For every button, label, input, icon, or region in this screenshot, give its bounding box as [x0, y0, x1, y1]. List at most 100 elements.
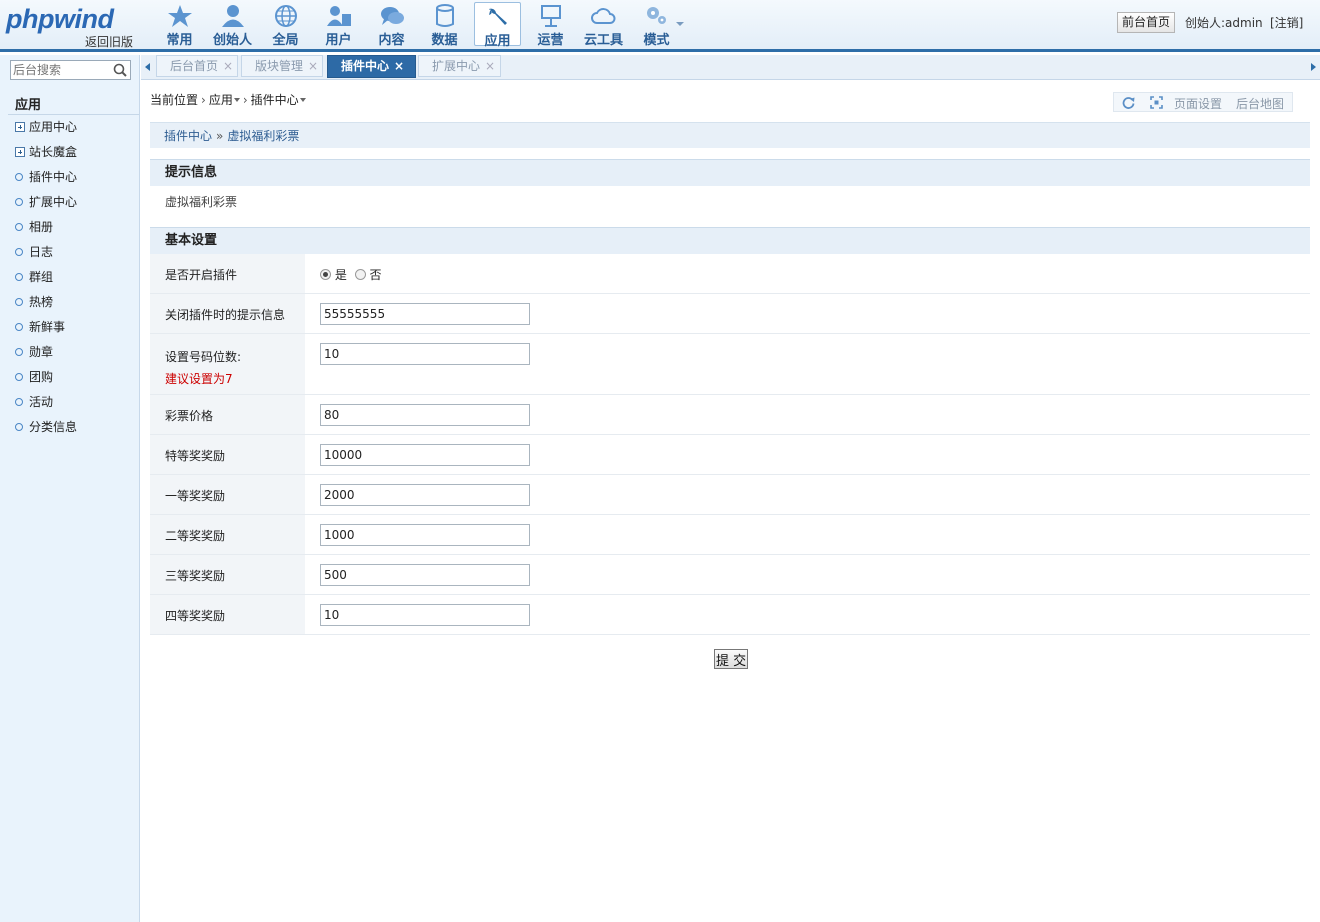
form-row: 四等奖奖励	[150, 594, 1310, 635]
page-toolbar: 页面设置 后台地图	[1113, 92, 1293, 112]
sidebar-item-classifieds[interactable]: 分类信息	[15, 417, 77, 442]
form-row: 特等奖奖励	[150, 434, 1310, 475]
fourth-prize-input[interactable]	[320, 603, 530, 626]
ticket-price-input[interactable]	[320, 403, 530, 426]
nav-content[interactable]: 内容	[365, 2, 418, 48]
sidebar-title: 应用	[15, 98, 42, 113]
second-prize-input[interactable]	[320, 523, 530, 546]
tab-bar: 后台首页 × 版块管理 × 插件中心 × 扩展中心 ×	[141, 55, 1320, 80]
settings-section-header: 基本设置	[150, 227, 1310, 254]
sidebar-divider	[8, 114, 139, 115]
nav-data[interactable]: 数据	[418, 2, 471, 48]
digit-count-input[interactable]	[320, 342, 530, 365]
database-icon	[435, 4, 454, 27]
sidebar-item-news-feed[interactable]: 新鲜事	[15, 317, 77, 342]
sidebar-item-label: 热榜	[29, 295, 54, 309]
sidebar-item-label: 活动	[29, 395, 54, 409]
nav-global[interactable]: 全局	[259, 2, 312, 48]
nav-users[interactable]: 用户	[312, 2, 365, 48]
nav-operations[interactable]: 运营	[524, 2, 577, 48]
sidebar-item-medals[interactable]: 勋章	[15, 342, 77, 367]
breadcrumb-apps[interactable]: 应用	[209, 93, 233, 107]
sidebar-item-label: 插件中心	[29, 170, 78, 184]
tab-forum-management[interactable]: 版块管理 ×	[241, 55, 323, 77]
expand-plus-icon[interactable]	[15, 147, 25, 157]
admin-search-input[interactable]	[11, 61, 111, 79]
user-info: 创始人:admin	[1185, 16, 1263, 30]
sidebar-item-label: 站长魔盒	[29, 145, 78, 159]
admin-search-box	[10, 60, 131, 80]
page-settings-link[interactable]: 页面设置	[1174, 95, 1222, 112]
refresh-icon[interactable]	[1122, 96, 1135, 109]
breadcrumb-plugin-center[interactable]: 插件中心	[251, 93, 299, 107]
nav-label: 全局	[272, 33, 299, 48]
tab-plugin-center[interactable]: 插件中心 ×	[327, 55, 416, 78]
fullscreen-icon[interactable]	[1150, 96, 1163, 109]
nav-label: 模式	[643, 33, 670, 48]
close-icon[interactable]: ×	[485, 59, 495, 73]
enable-yes-label[interactable]: 是	[335, 268, 347, 282]
third-prize-input[interactable]	[320, 563, 530, 586]
frontend-home-button[interactable]: 前台首页	[1117, 12, 1176, 33]
sidebar-item-extension-center[interactable]: 扩展中心	[15, 192, 77, 217]
sidebar-item-groups[interactable]: 群组	[15, 267, 77, 292]
nav-cloud-tools[interactable]: 云工具	[577, 2, 630, 48]
sidebar-item-diary[interactable]: 日志	[15, 242, 77, 267]
special-prize-input[interactable]	[320, 443, 530, 466]
mode-dropdown-caret-icon[interactable]	[676, 22, 684, 26]
sidebar-item-hot-list[interactable]: 热榜	[15, 292, 77, 317]
tab-admin-home[interactable]: 后台首页 ×	[156, 55, 238, 77]
dropdown-caret-icon[interactable]	[233, 98, 240, 102]
dropdown-caret-icon[interactable]	[299, 98, 306, 102]
bullet-icon	[15, 298, 23, 306]
tab-label: 插件中心	[341, 59, 390, 73]
nav-label: 内容	[378, 33, 405, 48]
form-row: 三等奖奖励	[150, 554, 1310, 595]
sidebar-item-label: 团购	[29, 370, 54, 384]
sidebar-item-app-center[interactable]: 应用中心	[15, 117, 77, 142]
sidebar-item-label: 日志	[29, 245, 54, 259]
nav-apps[interactable]: 应用	[474, 2, 521, 49]
bullet-icon	[15, 198, 23, 206]
nav-common[interactable]: 常用	[153, 2, 206, 48]
tab-scroll-left-icon[interactable]	[145, 63, 150, 71]
sidebar-item-events[interactable]: 活动	[15, 392, 77, 417]
close-icon[interactable]: ×	[223, 59, 233, 73]
sidebar-item-album[interactable]: 相册	[15, 217, 77, 242]
enable-no-label[interactable]: 否	[370, 268, 382, 282]
enable-yes-radio[interactable]	[320, 269, 331, 280]
logout-link[interactable]: [注销]	[1270, 14, 1303, 31]
search-icon[interactable]	[113, 63, 127, 77]
admin-map-link[interactable]: 后台地图	[1236, 95, 1284, 112]
nav-founder[interactable]: 创始人	[206, 2, 259, 48]
tab-extension-center[interactable]: 扩展中心 ×	[418, 55, 501, 77]
breadcrumb: 当前位置 › 应用 › 插件中心	[150, 91, 306, 108]
breadcrumb-separator-icon: ›	[201, 93, 206, 107]
sidebar-item-plugin-center[interactable]: 插件中心	[15, 167, 77, 192]
breadcrumb-prefix: 当前位置	[150, 93, 199, 107]
nav-label: 数据	[431, 33, 458, 48]
phpwind-logo[interactable]: phpwind	[6, 4, 114, 35]
breadcrumb-separator-icon: ›	[242, 93, 248, 107]
enable-no-radio[interactable]	[354, 269, 366, 280]
submit-button[interactable]: 提 交	[714, 649, 749, 669]
form-row: 彩票价格	[150, 394, 1310, 435]
bullet-icon	[15, 423, 23, 431]
subnav-plugin-center-link[interactable]: 插件中心	[164, 129, 212, 143]
first-prize-input[interactable]	[320, 483, 530, 506]
tab-scroll-right-icon[interactable]	[1311, 63, 1316, 71]
return-old-version-link[interactable]: 返回旧版	[85, 33, 133, 50]
bullet-icon	[15, 398, 23, 406]
sidebar-item-label: 新鲜事	[29, 320, 66, 334]
sidebar-item-webmaster-box[interactable]: 站长魔盒	[15, 142, 77, 167]
subnav-current[interactable]: 虚拟福利彩票	[227, 129, 299, 143]
close-message-label: 关闭插件时的提示信息	[165, 307, 286, 322]
sidebar-item-label: 应用中心	[29, 120, 78, 134]
bullet-icon	[15, 248, 23, 256]
expand-plus-icon[interactable]	[15, 122, 25, 132]
close-message-input[interactable]	[320, 302, 530, 325]
form-row: 二等奖奖励	[150, 514, 1310, 555]
close-icon[interactable]: ×	[308, 59, 318, 73]
close-icon[interactable]: ×	[394, 59, 404, 73]
sidebar-item-group-buy[interactable]: 团购	[15, 367, 77, 392]
